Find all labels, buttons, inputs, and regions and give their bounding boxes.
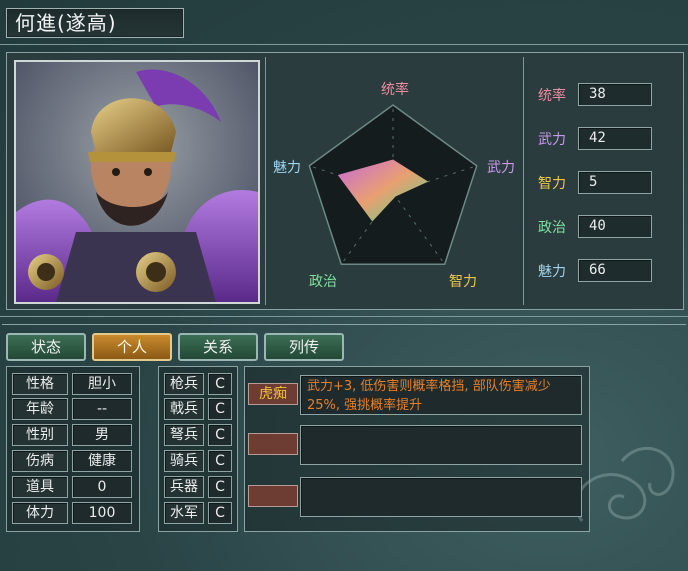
aptitude-label: 枪兵	[164, 373, 204, 395]
officer-portrait	[14, 60, 260, 304]
skill-name-tag[interactable]	[248, 433, 298, 455]
radar-label-charisma: 魅力	[273, 160, 301, 176]
personal-label: 伤病	[12, 450, 68, 472]
aptitude-label: 骑兵	[164, 450, 204, 472]
aptitude-grade: C	[208, 450, 232, 472]
personal-value: --	[72, 398, 132, 420]
radar-label-politics: 政治	[309, 274, 337, 290]
stat-value: 66	[578, 259, 652, 282]
portrait-image	[16, 62, 258, 302]
stat-radar-chart: 统率 武力 智力 政治 魅力	[263, 53, 523, 309]
tab-3[interactable]: 关系	[178, 333, 258, 361]
stat-row: 政治 40	[536, 215, 676, 239]
tab-1[interactable]: 状态	[6, 333, 86, 361]
stat-value: 38	[578, 83, 652, 106]
aptitude-label: 兵器	[164, 476, 204, 498]
skill-name-tag[interactable]	[248, 485, 298, 507]
stat-label: 武力	[538, 132, 566, 148]
personal-value: 胆小	[72, 373, 132, 395]
tab-4[interactable]: 列传	[264, 333, 344, 361]
aptitude-grade: C	[208, 424, 232, 446]
radar-label-war: 武力	[487, 160, 515, 176]
personal-value: 0	[72, 476, 132, 498]
aptitude-grade: C	[208, 373, 232, 395]
stat-row: 智力 5	[536, 171, 676, 195]
skill-description	[300, 477, 582, 517]
section-divider	[0, 316, 688, 317]
stat-value: 5	[578, 171, 652, 194]
aptitude-label: 水军	[164, 502, 204, 524]
personal-label: 年龄	[12, 398, 68, 420]
skill-description: 武力+3, 低伤害则概率格挡, 部队伤害减少25%, 强挑概率提升	[300, 375, 582, 415]
personal-value: 100	[72, 502, 132, 524]
personal-label: 性格	[12, 373, 68, 395]
aptitude-grade: C	[208, 502, 232, 524]
aptitude-label: 戟兵	[164, 398, 204, 420]
stat-value: 40	[578, 215, 652, 238]
stat-label: 政治	[538, 220, 566, 236]
personal-value: 男	[72, 424, 132, 446]
stat-value: 42	[578, 127, 652, 150]
skill-name-tag[interactable]: 虎痴	[248, 383, 298, 405]
tab-2[interactable]: 个人	[92, 333, 172, 361]
aptitude-grade: C	[208, 476, 232, 498]
stat-row: 武力 42	[536, 127, 676, 151]
personal-value: 健康	[72, 450, 132, 472]
personal-label: 体力	[12, 502, 68, 524]
personal-label: 道具	[12, 476, 68, 498]
officer-name-box: 何進(遂高)	[6, 8, 184, 38]
stat-label: 魅力	[538, 264, 566, 280]
radar-label-leadership: 统率	[381, 82, 409, 98]
radar-label-intelligence: 智力	[449, 274, 477, 290]
header-divider	[0, 44, 688, 45]
personal-label: 性别	[12, 424, 68, 446]
stat-row: 统率 38	[536, 83, 676, 107]
aptitude-label: 弩兵	[164, 424, 204, 446]
aptitude-grade: C	[208, 398, 232, 420]
officer-name: 何進(遂高)	[15, 11, 117, 35]
radar-stats-divider	[523, 57, 524, 305]
stat-row: 魅力 66	[536, 259, 676, 283]
skill-description	[300, 425, 582, 465]
stat-label: 统率	[538, 88, 566, 104]
stat-label: 智力	[538, 176, 566, 192]
